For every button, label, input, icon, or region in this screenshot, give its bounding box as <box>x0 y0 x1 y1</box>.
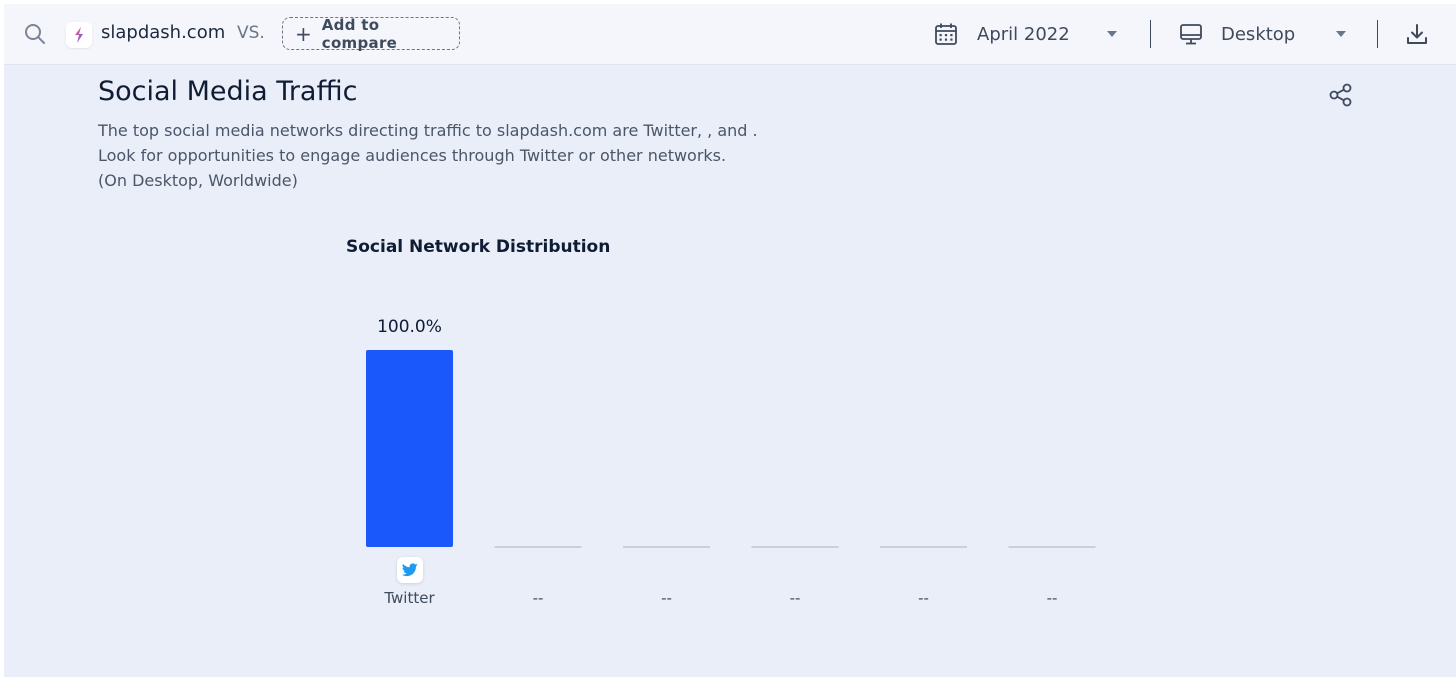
bar-value-label: 100.0% <box>377 317 442 337</box>
chart-bar-empty <box>880 546 967 548</box>
chart-bar-empty <box>623 546 710 548</box>
twitter-icon <box>397 557 423 583</box>
category-label: -- <box>533 589 544 607</box>
category-label: -- <box>1047 589 1058 607</box>
category-label: -- <box>790 589 801 607</box>
chart-bar-empty <box>1008 546 1096 548</box>
category-label: Twitter <box>383 589 435 607</box>
chart-bar[interactable] <box>366 350 453 547</box>
chart-bar-empty <box>494 546 582 548</box>
app-frame: slapdash.com VS. + Add to compare April … <box>4 4 1456 677</box>
chart-bar-empty <box>751 546 839 548</box>
category-label: -- <box>661 589 672 607</box>
social-network-bar-chart: 100.0% Twitter -- -- -- -- -- <box>366 317 1096 607</box>
category-label: -- <box>918 589 929 607</box>
